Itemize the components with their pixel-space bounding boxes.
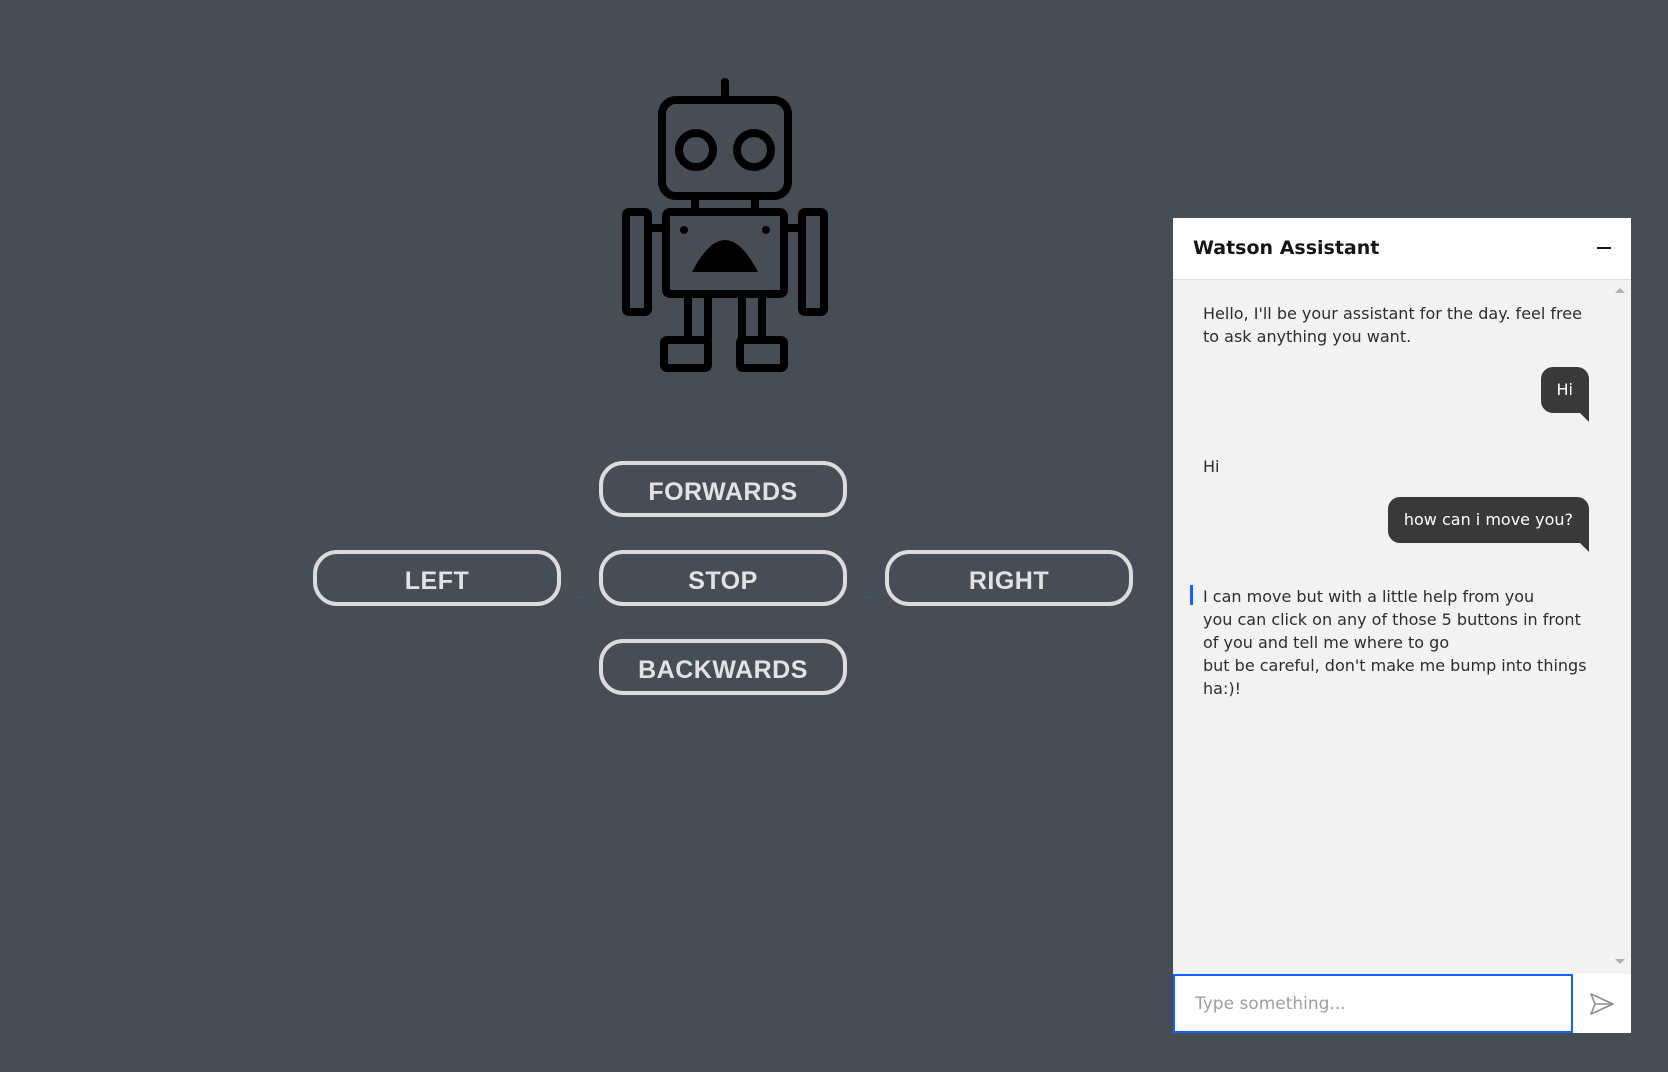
chat-input-row (1173, 974, 1631, 1033)
bot-message-text: Hi (1203, 457, 1220, 476)
app-stage: FORWARDS LEFT STOP RIGHT BACKWARDS Watso… (0, 0, 1668, 1072)
robot-icon (622, 78, 828, 372)
bot-message: Hi (1203, 455, 1593, 478)
backwards-button[interactable]: BACKWARDS (599, 639, 847, 695)
chat-message-list[interactable]: Hello, I'll be your assistant for the da… (1173, 280, 1631, 972)
user-message: how can i move you? (1387, 497, 1590, 552)
right-button[interactable]: RIGHT (885, 550, 1133, 606)
scroll-down-icon[interactable] (1615, 959, 1625, 964)
stop-button[interactable]: STOP (599, 550, 847, 606)
bot-message-text: Hello, I'll be your assistant for the da… (1203, 304, 1582, 346)
bot-message-text: but be careful, don't make me bump into … (1203, 656, 1587, 698)
bot-message-text: you can click on any of those 5 buttons … (1203, 610, 1581, 652)
minimize-icon[interactable] (1597, 247, 1611, 249)
bot-message-text: I can move but with a little help from y… (1203, 587, 1535, 606)
bot-message: I can move but with a little help from y… (1203, 585, 1593, 700)
chat-title: Watson Assistant (1193, 237, 1380, 259)
send-button[interactable] (1573, 974, 1631, 1033)
user-message: Hi (1540, 367, 1590, 422)
forwards-button[interactable]: FORWARDS (599, 461, 847, 517)
chat-message-input[interactable] (1173, 974, 1573, 1033)
left-button[interactable]: LEFT (313, 550, 561, 606)
message-focus-indicator (1190, 585, 1193, 605)
chat-panel: Watson Assistant Hello, I'll be your ass… (1173, 218, 1631, 1033)
spacer-link[interactable] (579, 597, 585, 598)
scroll-up-icon[interactable] (1615, 288, 1625, 293)
bot-message: Hello, I'll be your assistant for the da… (1203, 302, 1593, 348)
send-icon (1590, 992, 1614, 1015)
chat-header: Watson Assistant (1173, 218, 1631, 280)
spacer-link[interactable] (865, 597, 871, 598)
